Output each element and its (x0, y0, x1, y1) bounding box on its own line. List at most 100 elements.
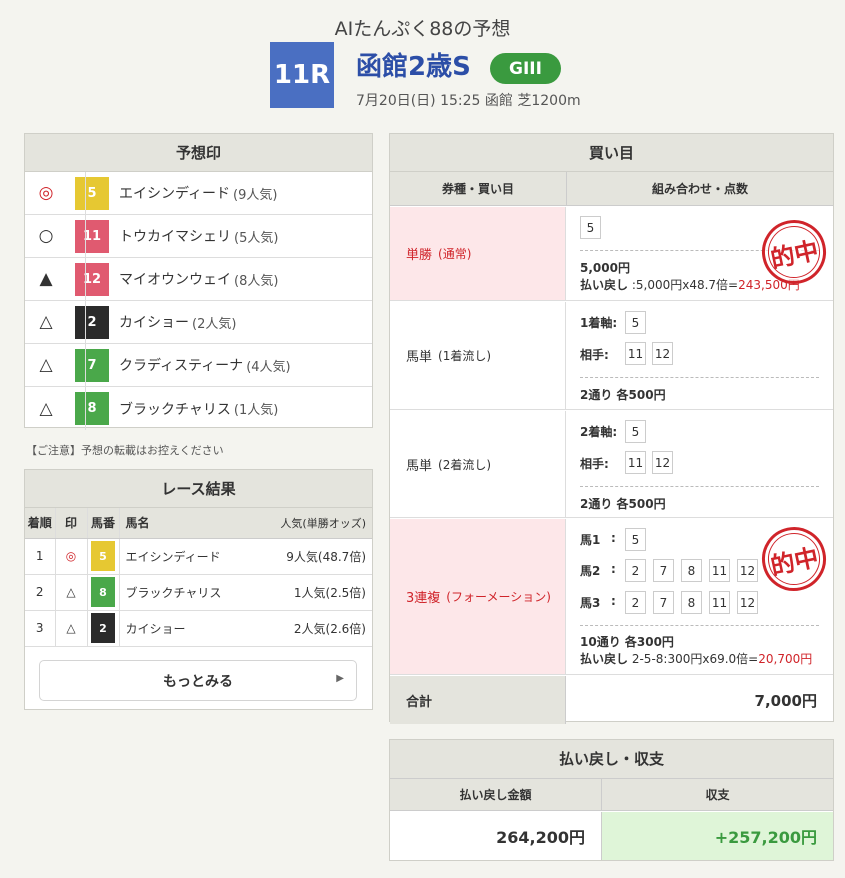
grade-badge: GIII (490, 53, 561, 84)
buy-row-sanrenpuku: 3連複 (フォーメーション) 馬1 : 5 馬2 : 2 7 8 11 12 馬3 : 2… (390, 519, 833, 675)
name-cell: カイショー (118, 610, 253, 647)
bet-type-umatan-1: 馬単 (1着流し) (390, 302, 566, 409)
bet-sub-label: (通常) (438, 247, 472, 261)
chevron-right-icon: ▶ (336, 673, 344, 684)
total-label: 合計 (390, 676, 566, 724)
prediction-row: ○ 11 トウカイマシェリ (5人気) (25, 215, 372, 258)
horse-popularity: (9人気) (233, 187, 278, 203)
horse-number: 7 (653, 591, 674, 614)
horse-number: 12 (737, 559, 758, 582)
pop-cell: 9人気(48.7倍) (252, 538, 372, 575)
horse-name: トウカイマシェリ (119, 229, 231, 245)
num-cell: 8 (86, 574, 119, 611)
colon: : (611, 562, 616, 576)
buy-col-combo: 組み合わせ・点数 (567, 172, 833, 206)
horse-name: カイショー (119, 315, 189, 331)
horse-number: 8 (681, 559, 702, 582)
bet-type-umatan-2: 馬単 (2着流し) (390, 411, 566, 517)
rank-cell: 1 (25, 538, 55, 575)
horse-name: マイオウンウェイ (119, 272, 231, 288)
partner-label: 相手: (580, 457, 609, 471)
payout-col-balance: 収支 (602, 778, 833, 811)
horse1-label: 馬1 (580, 533, 601, 547)
payout-col-refund: 払い戻し金額 (390, 778, 602, 811)
horse-name: ブラックチャリス (119, 401, 231, 418)
col-mark: 印 (54, 508, 87, 539)
horse-number: 2 (625, 591, 646, 614)
axis-label: 2着軸: (580, 425, 618, 439)
prediction-mark: ◎ (38, 183, 54, 203)
table-row: 1 ◎ 5 エイシンディード 9人気(48.7倍) (25, 538, 372, 575)
bet-summary: 10通り 各300円 (580, 635, 674, 649)
horse-popularity: (5人気) (234, 230, 279, 246)
horse3-label: 馬3 (580, 596, 601, 610)
prediction-mark: ▲ (39, 269, 53, 289)
bet-summary: 2通り 各500円 (580, 497, 666, 511)
num-cell: 5 (86, 538, 119, 575)
prediction-row: ▲ 12 マイオウンウェイ (8人気) (25, 258, 372, 301)
colon: : (611, 594, 616, 608)
horse2-label: 馬2 (580, 564, 601, 578)
horse-number: 2 (625, 559, 646, 582)
num-cell: 2 (86, 610, 119, 647)
horse-number-badge: 8 (91, 577, 115, 607)
prediction-mark: △ (39, 312, 53, 332)
table-row: 3 △ 2 カイショー 2人気(2.6倍) (25, 610, 372, 647)
results-header-row: 着順 印 馬番 馬名 人気(単勝オッズ) (25, 508, 372, 539)
horse-number-badge: 8 (75, 392, 109, 425)
pop-cell: 1人気(2.5倍) (252, 574, 372, 611)
more-button-label: もっとみる (163, 673, 233, 690)
rank-cell: 2 (25, 574, 55, 611)
horse-number-badge: 5 (91, 541, 115, 571)
bet-summary: 2通り 各500円 (580, 388, 666, 402)
bet-amount: 5,000円 (580, 261, 630, 275)
results-title: レース結果 (25, 470, 372, 508)
bet-type-sanrenpuku: 3連複 (フォーメーション) (390, 519, 566, 674)
payout-refund-value: 264,200円 (390, 812, 602, 860)
results-panel: レース結果 着順 印 馬番 馬名 人気(単勝オッズ) 1 ◎ 5 エイシンディード 9人… (24, 469, 373, 710)
prediction-row: △ 2 カイショー (2人気) (25, 301, 372, 344)
name-cell: ブラックチャリス (118, 574, 253, 611)
horse-number: 11 (709, 591, 730, 614)
horse-number-badge: 12 (75, 262, 109, 296)
prediction-panel: 予想印 ◎ 5 エイシンディード (9人気) ○ 11 トウカイマシェリ (5人気) ▲ 12 マイ… (24, 133, 373, 430)
horse-number: 8 (681, 591, 702, 614)
axis-label: 1着軸: (580, 316, 618, 330)
prediction-title: 予想印 (25, 134, 372, 172)
buy-row-umatan-2: 馬単 (2着流し) 2着軸: 5 相手: 11 12 2通り 各500円 (390, 411, 833, 518)
mark-cell: △ (54, 610, 87, 647)
race-name: 函館2歳S (356, 52, 471, 82)
col-pop: 人気(単勝オッズ) (252, 508, 372, 539)
col-name: 馬名 (118, 508, 253, 539)
total-value: 7,000円 (754, 691, 817, 710)
prediction-mark: △ (39, 355, 53, 375)
horse-number: 12 (652, 451, 673, 474)
horse-number-badge: 5 (75, 176, 109, 210)
name-cell: エイシンディード (118, 538, 253, 575)
prediction-row: △ 7 クラディスティーナ (4人気) (25, 344, 372, 387)
buy-title: 買い目 (390, 134, 833, 172)
prediction-list: ◎ 5 エイシンディード (9人気) ○ 11 トウカイマシェリ (5人気) ▲ 12 マイオウンウ… (25, 172, 372, 430)
table-row: 2 △ 8 ブラックチャリス 1人気(2.5倍) (25, 574, 372, 611)
col-num: 馬番 (86, 508, 119, 539)
horse-number: 5 (625, 311, 646, 334)
rank-cell: 3 (25, 610, 55, 647)
notice-text: 【ご注意】予想の転載はお控えください (26, 444, 224, 457)
horse-popularity: (2人気) (192, 316, 237, 332)
horse-name: クラディスティーナ (119, 358, 244, 374)
bet-type-tansho: 単勝 (通常) (390, 207, 566, 300)
horse-number: 11 (625, 342, 646, 365)
prediction-mark: △ (39, 398, 53, 419)
buy-row-umatan-1: 馬単 (1着流し) 1着軸: 5 相手: 11 12 2通り 各500円 (390, 302, 833, 410)
horse-number: 12 (652, 342, 673, 365)
horse-popularity: (4人気) (246, 359, 291, 375)
prediction-mark: ○ (38, 226, 54, 246)
prediction-row: ◎ 5 エイシンディード (9人気) (25, 172, 372, 215)
buy-col-type: 券種・買い目 (390, 172, 567, 206)
race-info: 7月20日(日) 15:25 函館 芝1200m (356, 93, 581, 109)
results-table: 着順 印 馬番 馬名 人気(単勝オッズ) 1 ◎ 5 エイシンディード 9人気(48.7… (25, 508, 372, 647)
payout-panel: 払い戻し・収支 払い戻し金額 収支 264,200円 +257,200円 (389, 739, 834, 861)
horse-number: 5 (625, 528, 646, 551)
more-button[interactable]: もっとみる ▶ (39, 660, 357, 701)
horse-number: 12 (737, 591, 758, 614)
